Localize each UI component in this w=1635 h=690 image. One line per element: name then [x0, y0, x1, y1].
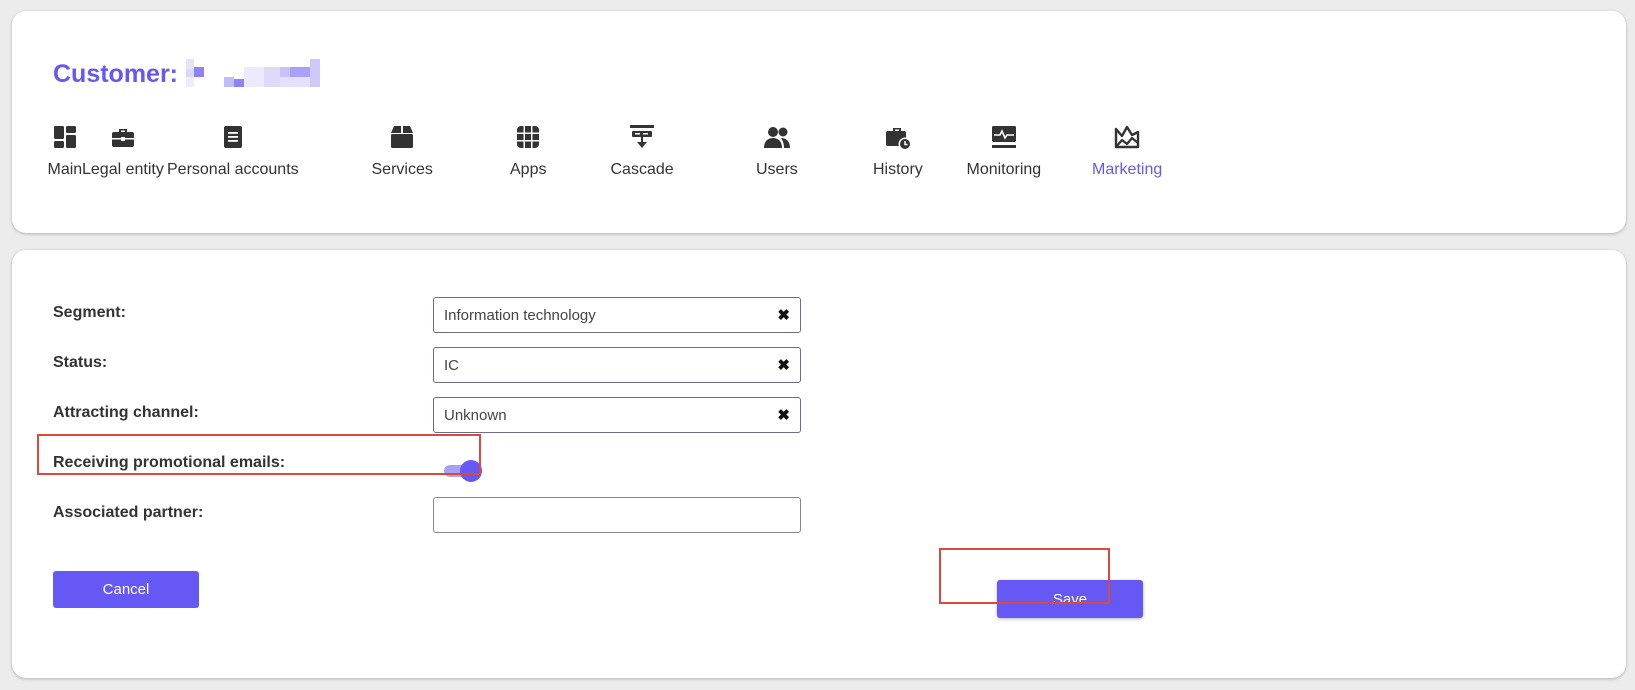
tab-history[interactable]: History [873, 123, 923, 179]
briefcase-icon [111, 129, 134, 147]
marketing-chart-icon [1114, 125, 1140, 149]
toggle-knob [460, 460, 482, 482]
tab-legal-entity[interactable]: Legal entity [82, 123, 164, 179]
tab-cascade[interactable]: Cascade [611, 123, 674, 179]
clear-icon[interactable]: ✖ [777, 306, 790, 324]
tab-marketing[interactable]: Marketing [1092, 123, 1162, 179]
associated-partner-input[interactable] [433, 497, 801, 533]
box-icon [391, 126, 414, 148]
save-button[interactable]: Save [997, 580, 1143, 618]
cascade-icon [630, 125, 655, 148]
customer-tabs: Main Legal entity Personal accounts Serv… [12, 123, 1626, 193]
attracting-channel-select[interactable]: Unknown ✖ [433, 397, 801, 433]
page-title: Customer: [53, 59, 321, 89]
clear-icon[interactable]: ✖ [777, 406, 790, 424]
segment-value: Information technology [444, 306, 596, 324]
monitor-pulse-icon [991, 126, 1016, 148]
document-list-icon [223, 126, 242, 148]
status-value: IC [444, 356, 459, 374]
attracting-channel-value: Unknown [444, 406, 507, 424]
tab-monitoring[interactable]: Monitoring [967, 123, 1041, 179]
cancel-button[interactable]: Cancel [53, 571, 199, 608]
status-select[interactable]: IC ✖ [433, 347, 801, 383]
segment-label: Segment: [53, 304, 126, 321]
clear-icon[interactable]: ✖ [777, 356, 790, 374]
status-label: Status: [53, 354, 108, 371]
attracting-channel-label: Attracting channel: [53, 404, 199, 421]
marketing-form-card: Segment: Information technology ✖ Status… [12, 250, 1626, 678]
grid-icon [517, 126, 540, 148]
redacted-name-image [186, 59, 321, 87]
dashboard-icon [53, 126, 76, 148]
tab-personal-accounts[interactable]: Personal accounts [167, 123, 299, 179]
tab-apps[interactable]: Apps [510, 123, 546, 179]
tab-users[interactable]: Users [756, 123, 798, 179]
promotional-emails-toggle[interactable] [444, 460, 482, 482]
promotional-emails-label: Receiving promotional emails: [53, 454, 286, 471]
tab-main[interactable]: Main [48, 123, 82, 179]
history-briefcase-icon [885, 128, 912, 151]
users-icon [763, 127, 790, 148]
tab-services[interactable]: Services [372, 123, 433, 179]
associated-partner-label: Associated partner: [53, 504, 204, 521]
redacted-customer-name [184, 59, 321, 89]
customer-header-card: Customer: Main Legal entity Personal acc… [12, 11, 1626, 233]
segment-select[interactable]: Information technology ✖ [433, 297, 801, 333]
